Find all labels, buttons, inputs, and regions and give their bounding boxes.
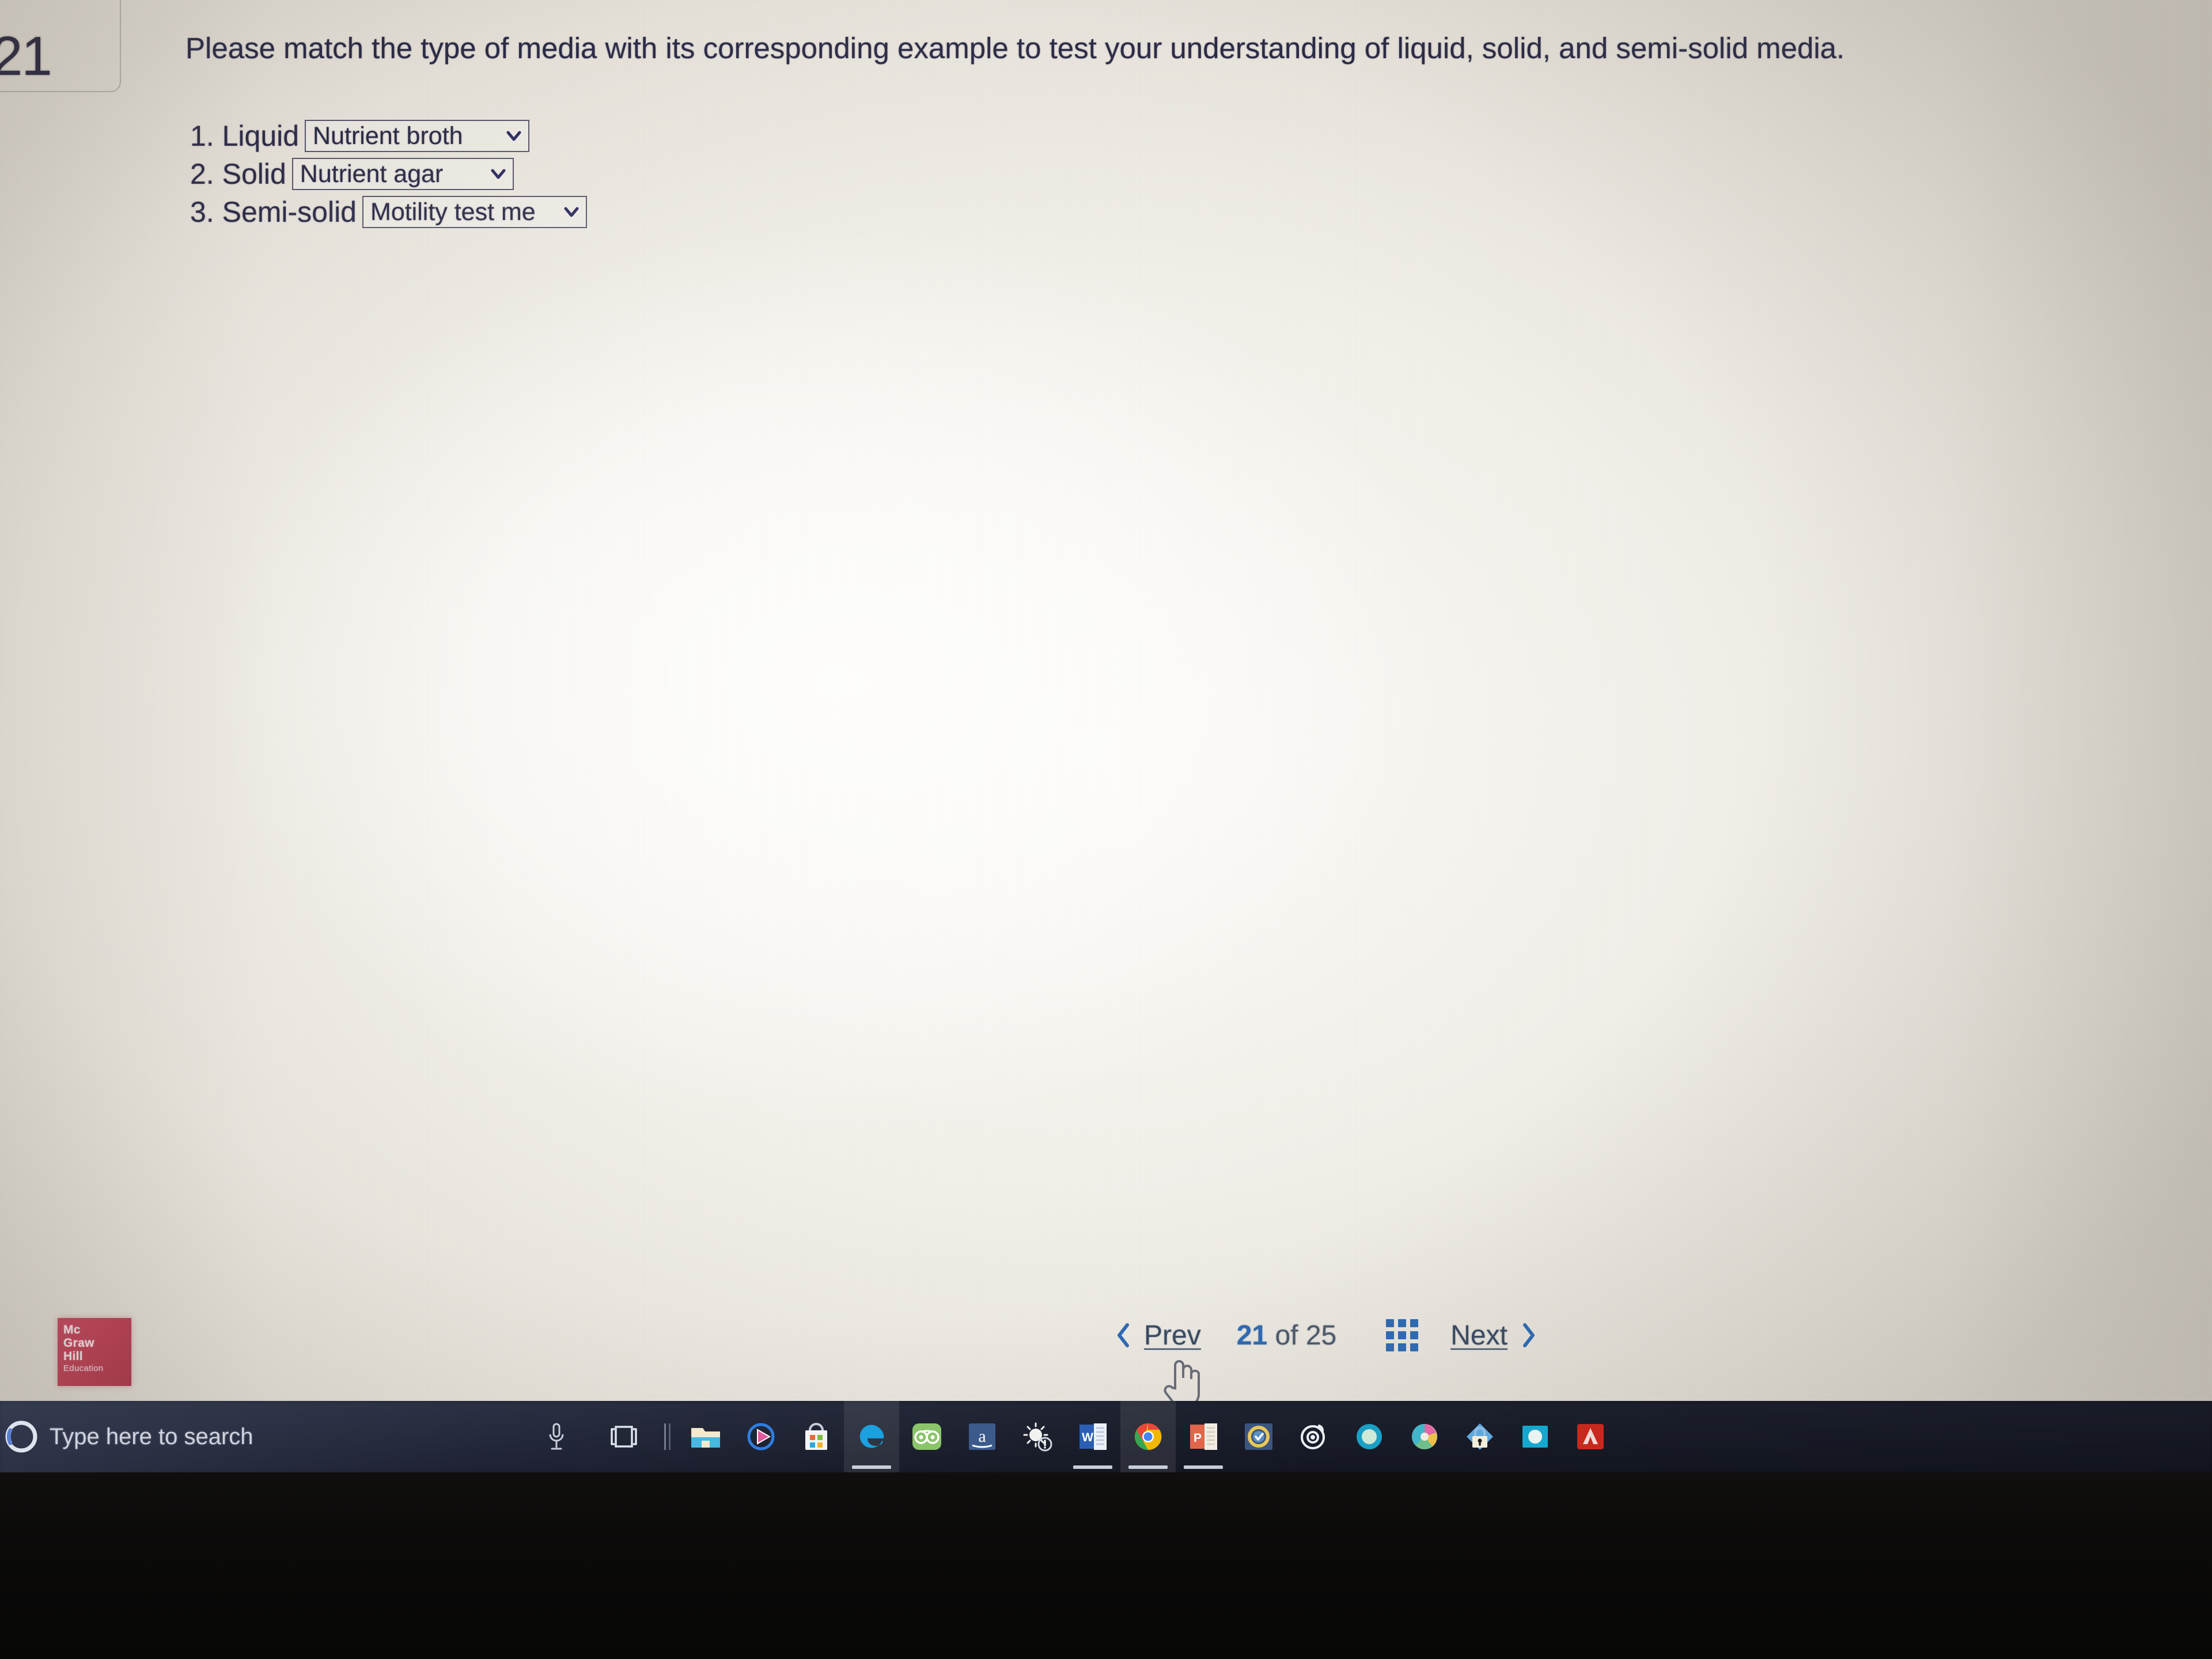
- grid-dot: [1386, 1331, 1395, 1339]
- media-select-solid[interactable]: Nutrient agar: [291, 158, 514, 190]
- chevron-down-icon: [506, 128, 521, 143]
- chevron-right-icon[interactable]: [1517, 1321, 1540, 1349]
- matching-row-label: 1. Liquid: [190, 120, 300, 152]
- chevron-down-icon: [491, 166, 506, 181]
- grid-dot: [1398, 1331, 1407, 1339]
- svg-text:a: a: [978, 1427, 986, 1446]
- logo-line-1: Mc: [63, 1323, 81, 1336]
- logo-line-4: Education: [63, 1363, 104, 1373]
- microsoft-powerpoint-icon[interactable]: P: [1176, 1401, 1231, 1472]
- windows-taskbar: Type here to search a W P: [0, 1401, 2212, 1472]
- question-navigation: Prev 21 of 25 Next: [1112, 1319, 1540, 1351]
- google-chrome-icon[interactable]: [1120, 1401, 1176, 1472]
- microsoft-word-icon[interactable]: W: [1065, 1401, 1120, 1472]
- teal-square-icon[interactable]: [1508, 1401, 1563, 1472]
- antivirus-shield-icon[interactable]: [1231, 1401, 1286, 1472]
- chevron-down-icon: [564, 204, 579, 219]
- svg-text:P: P: [1194, 1431, 1202, 1445]
- microsoft-store-icon[interactable]: [789, 1401, 844, 1472]
- grid-dot: [1398, 1343, 1407, 1351]
- task-view-icon[interactable]: [596, 1401, 652, 1472]
- select-value: Nutrient agar: [300, 160, 444, 188]
- camera-ring-icon[interactable]: [1286, 1401, 1342, 1472]
- grid-dot: [1398, 1319, 1407, 1327]
- media-select-semi-solid[interactable]: Motility test me: [362, 196, 587, 228]
- page-counter: 21 of 25: [1237, 1320, 1337, 1351]
- total-pages: 25: [1305, 1320, 1337, 1351]
- taskbar-divider: [652, 1401, 678, 1472]
- microsoft-edge-icon[interactable]: [844, 1401, 899, 1472]
- select-value: Nutrient broth: [313, 122, 463, 150]
- security-lock-icon[interactable]: [1452, 1401, 1508, 1472]
- chevron-left-icon[interactable]: [1112, 1321, 1135, 1349]
- grid-dot: [1386, 1343, 1395, 1351]
- matching-row: 3. Semi-solid Motility test me: [190, 193, 587, 231]
- next-button[interactable]: Next: [1450, 1320, 1508, 1351]
- grid-dot: [1410, 1319, 1419, 1327]
- laptop-bezel: hp: [0, 1472, 2212, 1659]
- question-prompt: Please match the type of media with its …: [185, 32, 1845, 65]
- matching-rows: 1. Liquid Nutrient broth 2. Solid Nutrie…: [190, 117, 587, 231]
- of-label: of: [1275, 1320, 1298, 1351]
- matching-row: 1. Liquid Nutrient broth: [190, 117, 587, 155]
- microphone-icon[interactable]: [547, 1422, 566, 1452]
- search-placeholder: Type here to search: [50, 1423, 253, 1449]
- tripadvisor-icon[interactable]: [899, 1401, 955, 1472]
- taskbar-spacer: [1618, 1401, 1673, 1472]
- adobe-acrobat-icon[interactable]: [1563, 1401, 1618, 1472]
- matching-row: 2. Solid Nutrient agar: [190, 155, 587, 193]
- mcgraw-hill-logo: Mc Graw Hill Education: [58, 1318, 131, 1386]
- svg-text:W: W: [1082, 1431, 1093, 1444]
- matching-row-label: 2. Solid: [190, 158, 286, 190]
- media-select-liquid[interactable]: Nutrient broth: [305, 120, 530, 152]
- question-number-box: 21: [0, 0, 121, 92]
- logo-line-3: Hill: [63, 1350, 83, 1363]
- file-explorer-icon[interactable]: [678, 1401, 733, 1472]
- grid-menu-icon[interactable]: [1386, 1319, 1419, 1351]
- matching-row-label: 3. Semi-solid: [190, 196, 357, 228]
- current-page: 21: [1236, 1320, 1268, 1351]
- amazon-icon[interactable]: a: [955, 1401, 1010, 1472]
- select-value: Motility test me: [370, 198, 536, 226]
- media-player-icon[interactable]: [733, 1401, 789, 1472]
- logo-line-2: Graw: [63, 1336, 94, 1350]
- brightness-alert-icon[interactable]: [1010, 1401, 1065, 1472]
- grid-dot: [1410, 1331, 1419, 1339]
- photograph-of-laptop-screen: 21 Please match the type of media with i…: [0, 0, 2212, 1659]
- grid-dot: [1386, 1319, 1395, 1327]
- search-input[interactable]: Type here to search: [0, 1401, 596, 1472]
- laptop-screen: 21 Please match the type of media with i…: [0, 0, 2212, 1472]
- teal-circle-icon[interactable]: [1342, 1401, 1397, 1472]
- cortana-circle-icon[interactable]: [3, 1419, 39, 1455]
- prev-button[interactable]: Prev: [1144, 1320, 1201, 1351]
- color-wheel-icon[interactable]: [1397, 1401, 1452, 1472]
- question-number: 21: [0, 25, 52, 87]
- grid-dot: [1410, 1343, 1419, 1351]
